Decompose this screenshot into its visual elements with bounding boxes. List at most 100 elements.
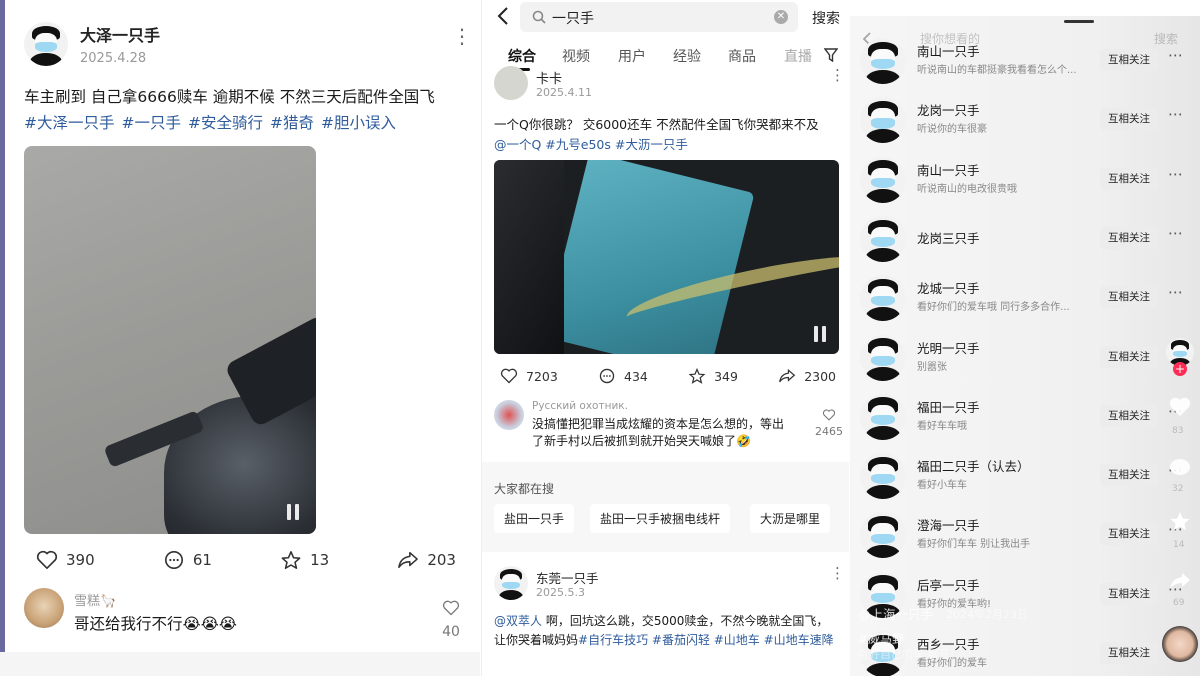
user-name[interactable]: 福田一只手 [917,397,980,416]
mutual-follow-button[interactable]: 互相关注 [1100,167,1158,190]
hashtag[interactable]: #安全骑行 [188,110,263,136]
suggest-chip[interactable]: 大沥是哪里 [750,504,831,533]
follow-list-item[interactable]: 南山一只手 听说南山的车都挺豪我看看怎么个... 互相关注 ⋯ [850,30,1183,89]
user-avatar[interactable] [860,334,906,381]
follow-list-item[interactable]: 南山一只手 听说南山的电改很贵哦 互相关注 ⋯ [850,149,1183,208]
favorite-button[interactable]: 13 [280,550,329,570]
suggest-chip[interactable]: 盐田一只手 [494,504,575,533]
tab-video[interactable]: 视频 [562,46,590,66]
hashtag[interactable]: #胆小误入 [321,110,396,136]
user-avatar[interactable] [860,215,906,262]
tab-experience[interactable]: 经验 [673,46,701,66]
author-name[interactable]: 卡卡 [536,68,562,87]
clear-icon[interactable]: ✕ [774,10,788,24]
follow-list-item[interactable]: 福田二只手（认去）看好小车车互相关注⋯ [850,445,1183,504]
follow-list-item[interactable]: 龙城一只手 看好你们的爱车哦 同行多多合作... 互相关注 ⋯ [850,267,1183,326]
mutual-follow-button[interactable]: 互相关注 [1100,404,1158,427]
comment-button[interactable]: 61 [163,550,212,570]
like-button[interactable]: 390 [36,550,95,570]
user-name[interactable]: 龙城一只手 [917,278,980,297]
comment-button[interactable]: 434 [598,368,648,384]
comment-like[interactable]: 2465 [812,406,846,438]
share-icon[interactable] [1168,570,1192,592]
video-thumbnail[interactable] [24,146,316,534]
user-avatar[interactable] [860,156,906,203]
mutual-follow-button[interactable]: 互相关注 [1100,345,1158,368]
filter-icon[interactable] [824,48,838,62]
commenter-avatar[interactable] [24,588,64,628]
favorite-button[interactable]: 349 [688,368,738,384]
music-disc-icon[interactable] [1162,626,1198,662]
share-button[interactable]: 2300 [778,368,836,384]
more-options-icon[interactable]: ⋮ [830,68,845,83]
comment-icon[interactable] [1168,456,1192,478]
mutual-follow-button[interactable]: 互相关注 [1100,49,1158,71]
mention-link[interactable]: @双萃人 [494,614,542,628]
share-button[interactable]: 203 [397,550,456,570]
follow-list-item[interactable]: 龙岗三只手 互相关注 ⋯ [850,208,1183,267]
overlay-tag[interactable]: #威马野 [858,630,904,647]
user-avatar[interactable] [860,393,906,440]
post-tags[interactable]: #自行车技巧 #番茄闪轻 #山地车 #山地车速降 [578,633,834,647]
user-avatar[interactable] [860,275,906,322]
star-icon[interactable] [1168,510,1192,532]
tab-products[interactable]: 商品 [728,46,756,66]
pause-icon[interactable] [811,326,829,344]
post-tags[interactable]: @一个Q #九号e50s #大沥一只手 [494,134,688,153]
follow-list-item[interactable]: 澄海一只手 看好你们车车 别让我出手 互相关注 ⋯ [850,504,1183,563]
author-name[interactable]: 东莞一只手 [536,568,599,587]
search-box[interactable]: 一只手 ✕ [520,2,798,32]
overlay-author[interactable]: @上海一只手 [858,604,933,623]
author-avatar[interactable] [24,22,68,66]
more-options-icon[interactable]: ⋯ [1168,105,1183,123]
mutual-follow-button[interactable]: 互相关注 [1100,464,1158,487]
more-options-icon[interactable]: ⋯ [1168,283,1183,301]
user-name[interactable]: 南山一只手 [917,41,980,60]
mutual-follow-button[interactable]: 互相关注 [1100,286,1158,309]
user-name[interactable]: 龙岗一只手 [917,100,980,119]
hashtag[interactable]: #一只手 [122,110,182,136]
back-icon[interactable] [496,6,510,26]
more-options-icon[interactable]: ⋯ [1168,46,1183,64]
hashtag[interactable]: #大泽一只手 [24,110,115,136]
tab-live[interactable]: 直播 [784,46,812,66]
hashtag[interactable]: #猎奇 [270,110,314,136]
follow-plus-icon[interactable]: + [1173,362,1187,376]
author-avatar[interactable] [494,566,528,600]
more-options-icon[interactable]: ⋯ [1168,224,1183,242]
comment-like[interactable]: 40 [436,600,466,640]
user-name[interactable]: 澄海一只手 [917,515,980,534]
heart-icon[interactable] [1168,396,1192,418]
user-name[interactable]: 福田二只手（认去） [917,456,1030,475]
more-options-icon[interactable]: ⋮ [830,566,845,581]
overlay-desc[interactable]: 看好自己的车 展开 [858,646,950,662]
user-avatar[interactable] [860,97,906,144]
mutual-follow-button[interactable]: 互相关注 [1100,582,1158,605]
commenter-name[interactable]: 雪糕🦙 [74,590,116,609]
follow-list-item[interactable]: 龙岗一只手 听说你的车很豪 互相关注 ⋯ [850,89,1183,148]
mutual-follow-button[interactable]: 互相关注 [1100,523,1158,546]
user-avatar[interactable] [860,38,906,84]
user-name[interactable]: 龙岗三只手 [917,228,980,247]
search-query[interactable]: 一只手 [552,8,594,28]
author-name[interactable]: 大泽一只手 [80,22,160,46]
more-options-icon[interactable]: ⋯ [1168,165,1183,183]
follow-list-item[interactable]: 福田一只手看好车车哦互相关注⋯ [850,386,1183,445]
user-avatar[interactable] [860,512,906,559]
mutual-follow-button[interactable]: 互相关注 [1100,226,1158,249]
search-button[interactable]: 搜索 [812,8,840,28]
tab-all[interactable]: 综合 [508,46,536,66]
commenter-name[interactable]: Русский охотник. [532,400,628,412]
pause-icon[interactable] [284,504,302,522]
follow-list-item[interactable]: 光明一只手别嚣张互相关注⋯ [850,327,1183,386]
commenter-avatar[interactable] [494,400,524,430]
more-options-icon[interactable]: ⋮ [452,26,472,46]
user-name[interactable]: 南山一只手 [917,160,980,179]
user-avatar[interactable] [860,453,906,500]
user-name[interactable]: 后亭一只手 [917,575,980,594]
user-name[interactable]: 光明一只手 [917,338,980,357]
mutual-follow-button[interactable]: 互相关注 [1100,108,1158,131]
video-thumbnail[interactable] [494,160,839,354]
author-avatar[interactable] [494,66,528,100]
drag-handle[interactable] [1064,20,1094,23]
